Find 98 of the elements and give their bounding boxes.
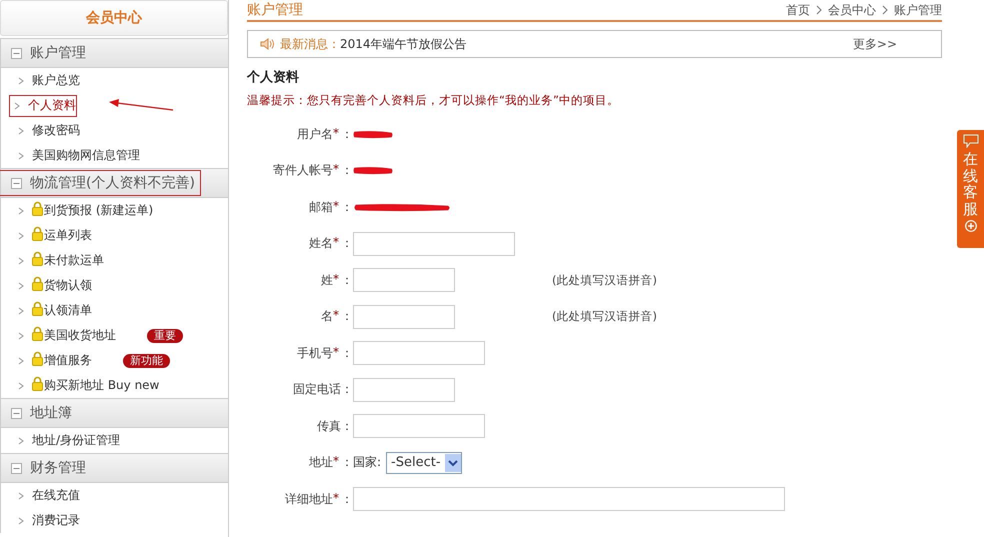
sidebar-link[interactable]: 到货预报 (新建运单) [44, 202, 154, 219]
required-mark: * [333, 198, 340, 215]
notice-text: 温馨提示：您只有完善个人资料后，才可以操作“我的业务”中的项目。 [247, 93, 620, 108]
collapse-icon[interactable] [11, 48, 22, 58]
support-tab[interactable]: 在线客服 [957, 130, 984, 248]
field-label: 邮箱 [309, 198, 333, 216]
sidebar-link[interactable]: 修改密码 [32, 122, 80, 139]
colon: ： [341, 126, 353, 143]
colon: ： [341, 381, 353, 398]
required-mark: * [333, 454, 340, 470]
field-label: 姓名 [309, 235, 333, 252]
sidebar-link[interactable]: 购买新地址 Buy new [44, 377, 160, 394]
colon: ： [341, 418, 353, 435]
section-header[interactable]: 财务管理 [1, 453, 228, 483]
chevron-icon [18, 516, 24, 524]
sidebar-title: 会员中心 [0, 0, 228, 36]
chevron-icon [18, 206, 24, 214]
collapse-icon[interactable] [11, 178, 22, 188]
chevron-icon [18, 126, 24, 134]
required-mark: * [333, 162, 340, 178]
chevron-icon [14, 102, 20, 110]
sidebar-link[interactable]: 认领清单 [44, 302, 92, 319]
input-field[interactable] [353, 487, 785, 512]
chevron-icon [18, 76, 24, 84]
chevron-icon [18, 256, 24, 264]
input-field[interactable] [353, 268, 455, 292]
sidebar-link[interactable]: 货物认领 [44, 277, 92, 294]
required-mark: * [333, 272, 340, 288]
colon: ： [341, 235, 353, 252]
news-label: 最新消息： [280, 36, 340, 52]
required-mark: * [333, 490, 340, 507]
section-header[interactable]: 地址簿 [1, 398, 228, 428]
section-header[interactable]: 物流管理(个人资料不完善) [1, 168, 228, 198]
input-field[interactable] [353, 304, 455, 329]
required-mark: * [333, 344, 340, 361]
field-label: 姓 [321, 272, 333, 289]
arrow-drawing [109, 98, 175, 112]
field-label: 用户名 [297, 126, 333, 143]
field-label: 传真 [317, 418, 341, 435]
input-field[interactable] [353, 341, 485, 366]
speaker-icon [260, 37, 276, 51]
section-title: 个人资料 [247, 69, 300, 86]
sidebar-link[interactable]: 运单列表 [44, 227, 92, 244]
colon: ： [341, 272, 353, 289]
collapse-icon[interactable] [11, 408, 22, 418]
hint-text: (此处填写汉语拼音) [552, 309, 657, 324]
colon: ： [341, 454, 353, 472]
required-mark: * [333, 126, 340, 142]
field-label: 寄件人帐号 [273, 162, 333, 180]
collapse-icon[interactable] [11, 462, 22, 474]
required-mark: * [333, 235, 340, 252]
chevron-icon [882, 5, 888, 15]
plus-icon [964, 220, 976, 232]
breadcrumb-link[interactable]: 账户管理 [894, 0, 942, 20]
chevron-icon [18, 306, 24, 314]
sidebar-link[interactable]: 美国购物网信息管理 [32, 147, 140, 164]
chevron-icon [18, 356, 24, 364]
colon: ： [341, 162, 353, 180]
chevron-icon [18, 152, 24, 160]
hint-text: (此处填写汉语拼音) [552, 272, 657, 288]
badge: 新功能 [123, 354, 170, 368]
page-title: 账户管理 [247, 1, 303, 20]
breadcrumb-link[interactable]: 会员中心 [828, 0, 876, 20]
field-label: 固定电话 [293, 381, 341, 398]
field-label: 名 [321, 308, 333, 326]
chevron-icon [18, 382, 24, 390]
colon: ： [341, 198, 353, 216]
sidebar-link[interactable]: 地址/身份证管理 [32, 432, 120, 449]
chevron-icon [18, 436, 24, 444]
input-field[interactable] [353, 378, 455, 402]
sidebar-link[interactable]: 账户总览 [32, 72, 80, 89]
required-mark: * [333, 308, 340, 324]
field-prefix: 国家: [353, 454, 382, 472]
news-link[interactable]: 2014年端午节放假公告 [340, 36, 467, 52]
field-label: 详细地址 [285, 490, 333, 508]
sidebar-link[interactable]: 在线充值 [32, 487, 80, 504]
chevron-icon [18, 282, 24, 290]
colon: ： [341, 308, 353, 326]
section-header[interactable]: 账户管理 [1, 38, 228, 68]
sidebar-link[interactable]: 未付款运单 [44, 252, 104, 269]
sidebar-link[interactable]: 增值服务 [44, 352, 92, 369]
colon: ： [341, 344, 353, 362]
input-field[interactable] [353, 232, 515, 256]
chat-icon [962, 134, 978, 148]
chevron-icon [18, 332, 24, 340]
sidebar-link[interactable]: 美国收货地址 [44, 327, 116, 344]
colon: ： [341, 490, 353, 508]
chevron-icon [816, 5, 822, 15]
country-select[interactable]: -Select- [386, 452, 462, 474]
more-link[interactable]: 更多>> [852, 36, 897, 52]
breadcrumb-link[interactable]: 首页 [786, 0, 810, 20]
field-label: 地址 [309, 454, 333, 472]
input-field[interactable] [353, 414, 485, 438]
sidebar-link[interactable]: 消费记录 [32, 512, 80, 529]
chevron-icon [18, 232, 24, 240]
chevron-icon [18, 492, 24, 500]
badge: 重要 [147, 328, 183, 342]
field-label: 手机号 [297, 344, 333, 362]
